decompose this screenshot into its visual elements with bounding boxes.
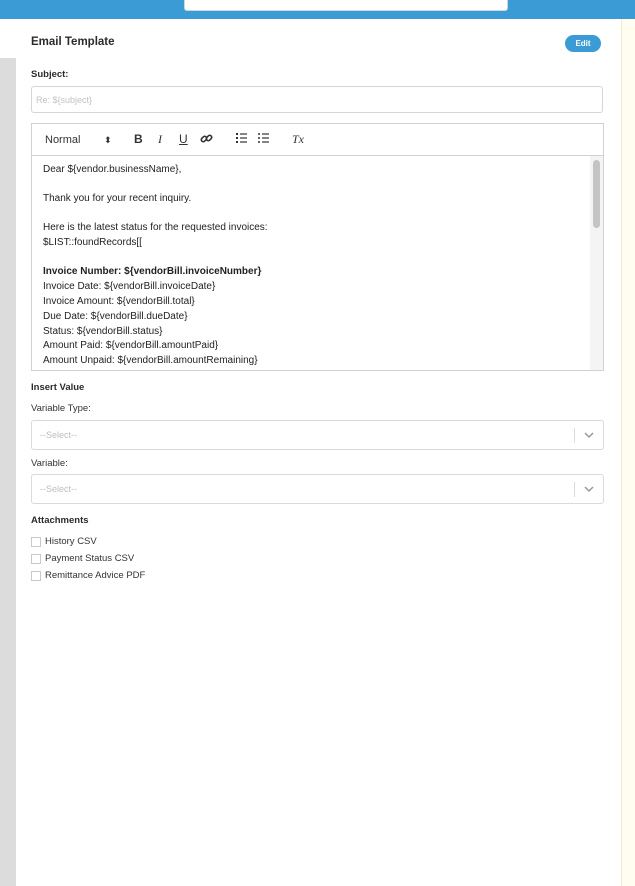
- checkbox[interactable]: [31, 571, 41, 581]
- checkbox[interactable]: [31, 537, 41, 547]
- attachment-label: History CSV: [45, 536, 97, 547]
- subject-input[interactable]: [31, 86, 603, 113]
- variable-type-select[interactable]: --Select--: [31, 420, 604, 450]
- chevron-down-icon[interactable]: [584, 430, 594, 440]
- global-search-input[interactable]: [184, 0, 508, 11]
- variable-select[interactable]: --Select--: [31, 474, 604, 504]
- editor-line: Amount Unpaid: ${vendorBill.amountRemain…: [43, 355, 258, 366]
- editor-line: Amount Paid: ${vendorBill.amountPaid}: [43, 340, 219, 351]
- editor-line: $LIST::foundRecords[[: [43, 237, 142, 248]
- select-separator: [574, 428, 575, 443]
- editor-line: Status: ${vendorBill.status}: [43, 326, 163, 337]
- clear-format-glyph: Tx: [292, 132, 304, 146]
- panel-title: Email Template: [31, 36, 115, 48]
- editor-content[interactable]: Dear ${vendor.businessName}, Thank you f…: [32, 156, 603, 370]
- attachments-heading: Attachments: [31, 515, 89, 526]
- left-gutter: [0, 58, 16, 886]
- editor-line: Due Date: ${vendorBill.dueDate}: [43, 311, 188, 322]
- editor-line: Invoice Date: ${vendorBill.invoiceDate}: [43, 281, 216, 292]
- editor-line: Invoice Amount: ${vendorBill.total}: [43, 296, 195, 307]
- editor-toolbar: Normal ⬍ B I U Tx: [32, 124, 603, 156]
- editor-line: Dear ${vendor.businessName},: [43, 164, 182, 175]
- clear-format-icon[interactable]: Tx: [292, 132, 304, 146]
- style-select-caret-icon[interactable]: ⬍: [104, 133, 112, 147]
- variable-type-placeholder: --Select--: [40, 430, 78, 440]
- variable-label: Variable:: [31, 458, 68, 469]
- editor-line: Here is the latest status for the reques…: [43, 222, 268, 233]
- insert-value-heading: Insert Value: [31, 382, 85, 393]
- attachment-label: Remittance Advice PDF: [45, 570, 146, 581]
- top-bar: [0, 0, 635, 19]
- subject-label: Subject:: [31, 69, 69, 80]
- editor-scrollbar-thumb[interactable]: [593, 160, 600, 228]
- bullet-list-icon[interactable]: [257, 132, 270, 147]
- checkbox[interactable]: [31, 554, 41, 564]
- italic-button[interactable]: I: [158, 132, 162, 146]
- chevron-down-icon[interactable]: [584, 484, 594, 494]
- edit-button[interactable]: Edit: [565, 35, 601, 52]
- rich-text-editor[interactable]: Normal ⬍ B I U Tx Dear ${vendor.business…: [31, 123, 604, 371]
- variable-placeholder: --Select--: [40, 484, 78, 494]
- attachment-label: Payment Status CSV: [45, 553, 135, 564]
- variable-type-label: Variable Type:: [31, 403, 91, 414]
- side-panel: [621, 19, 635, 886]
- underline-button[interactable]: U: [179, 132, 188, 146]
- ordered-list-icon[interactable]: [235, 132, 248, 147]
- select-separator: [574, 482, 575, 497]
- bold-button[interactable]: B: [134, 132, 143, 146]
- link-icon[interactable]: [200, 132, 213, 148]
- editor-line: Thank you for your recent inquiry.: [43, 193, 192, 204]
- editor-line: Invoice Number: ${vendorBill.invoiceNumb…: [43, 266, 262, 277]
- style-select[interactable]: Normal: [45, 133, 80, 147]
